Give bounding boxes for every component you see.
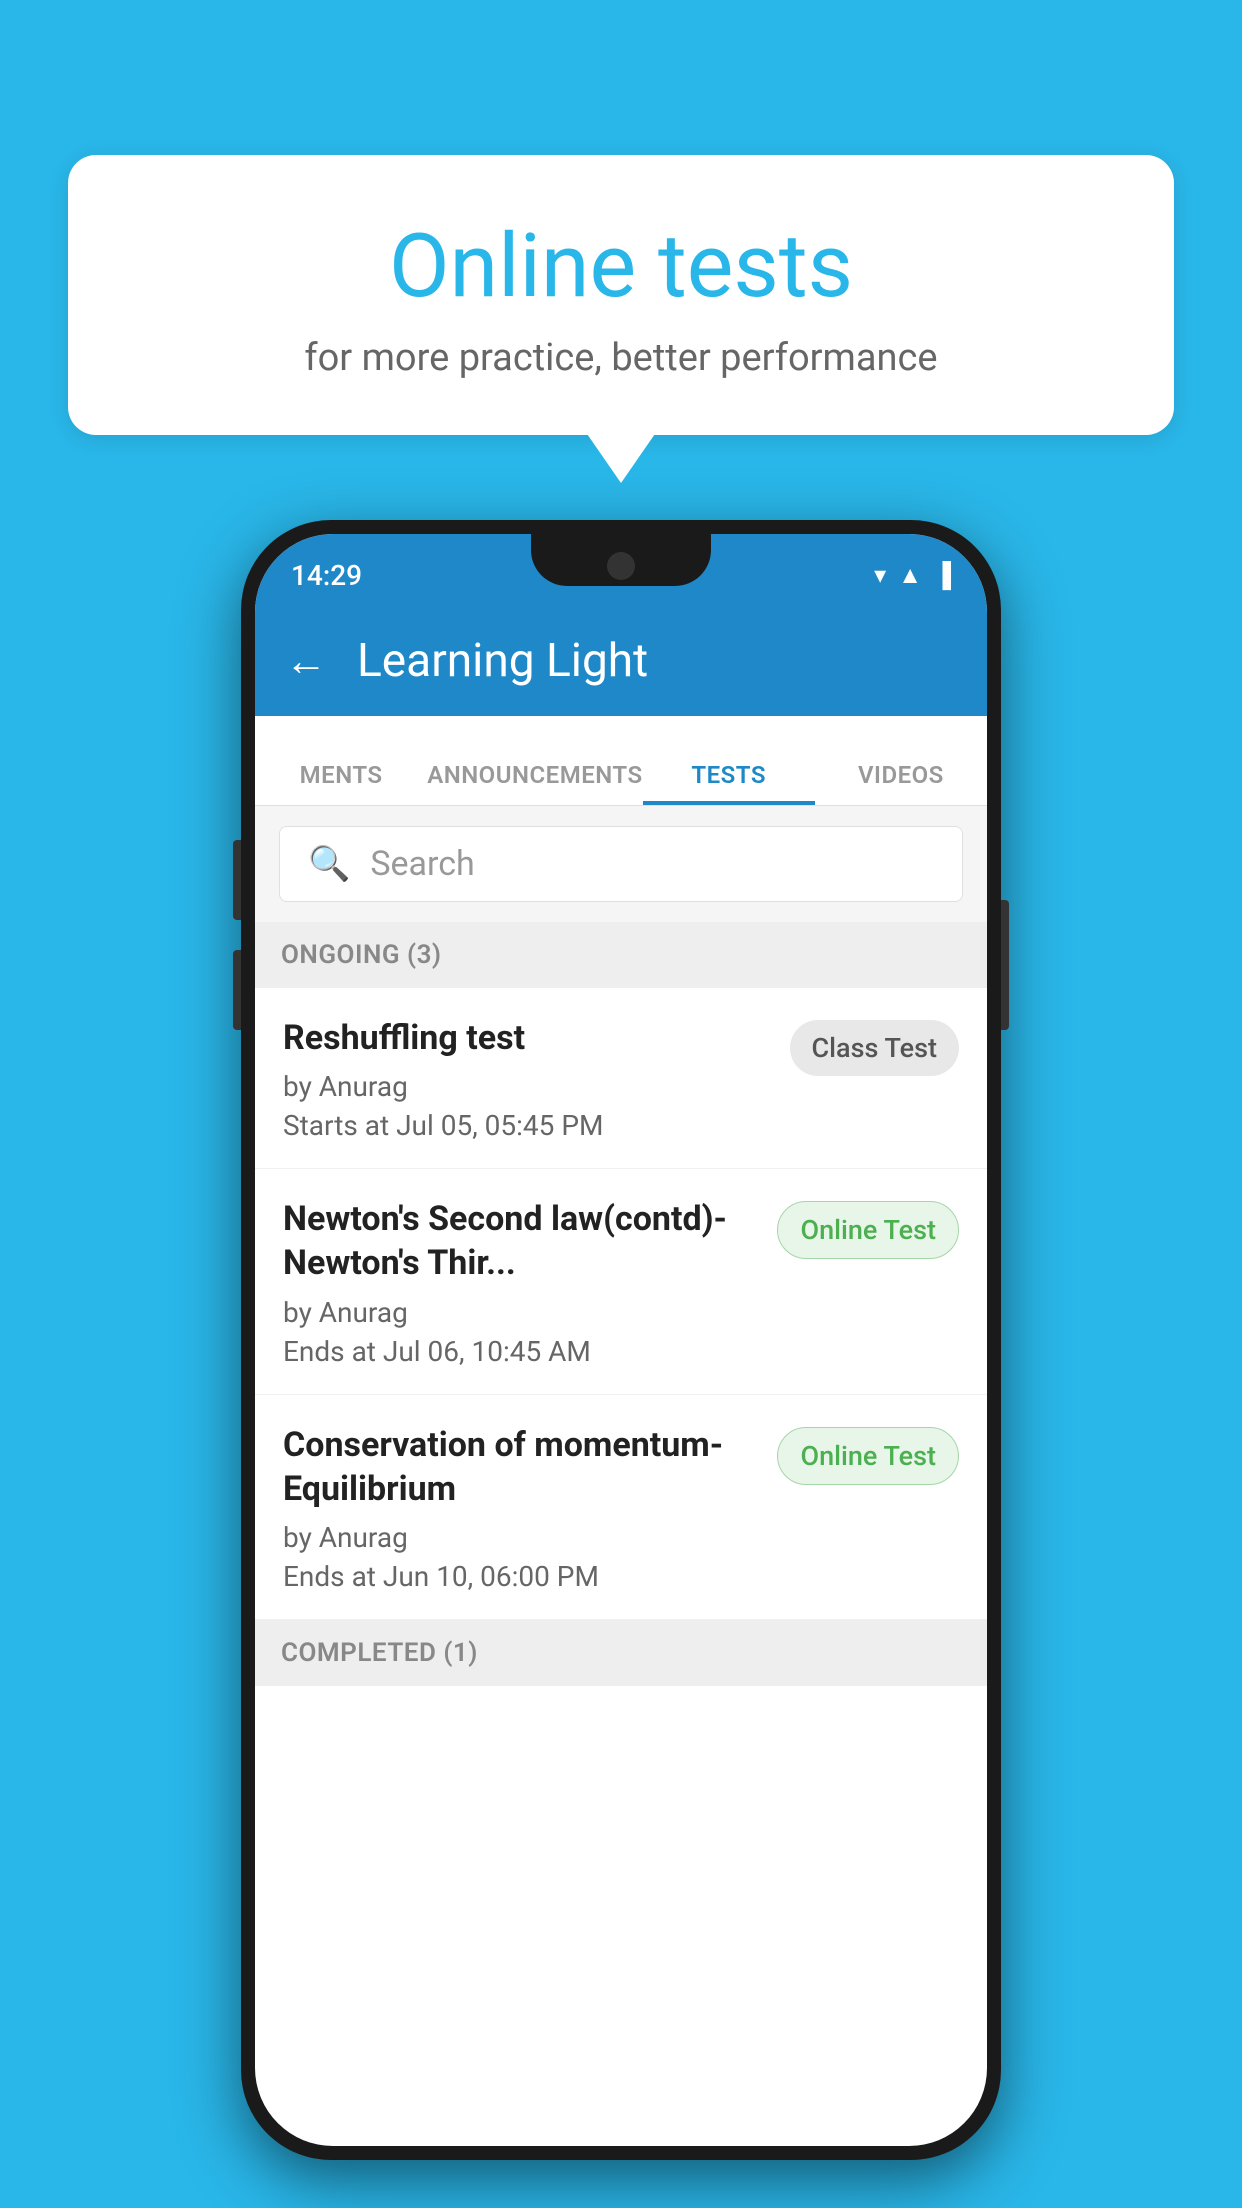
test-item[interactable]: Reshuffling test by Anurag Starts at Jul…: [255, 988, 987, 1169]
status-time: 14:29: [291, 559, 362, 592]
back-button[interactable]: ←: [285, 637, 327, 686]
test-date: Starts at Jul 05, 05:45 PM: [283, 1109, 770, 1142]
tab-announcements[interactable]: ANNOUNCEMENTS: [427, 761, 642, 805]
test-item[interactable]: Newton's Second law(contd)-Newton's Thir…: [255, 1169, 987, 1394]
speech-bubble-subtitle: for more practice, better performance: [118, 336, 1124, 380]
battery-icon: ▐: [934, 561, 951, 590]
search-icon: 🔍: [308, 844, 350, 884]
test-date: Ends at Jul 06, 10:45 AM: [283, 1335, 757, 1368]
test-info: Reshuffling test by Anurag Starts at Jul…: [283, 1016, 770, 1142]
test-name: Reshuffling test: [283, 1016, 770, 1060]
test-info: Conservation of momentum-Equilibrium by …: [283, 1423, 757, 1593]
test-author: by Anurag: [283, 1070, 770, 1103]
test-name: Newton's Second law(contd)-Newton's Thir…: [283, 1197, 757, 1285]
test-author: by Anurag: [283, 1296, 757, 1329]
wifi-icon: ▾: [874, 561, 886, 589]
test-badge-online-2: Online Test: [777, 1427, 959, 1485]
speech-bubble: Online tests for more practice, better p…: [68, 155, 1174, 435]
signal-icon: ▲: [898, 561, 922, 590]
search-container: 🔍 Search: [255, 806, 987, 922]
test-badge-online: Online Test: [777, 1201, 959, 1259]
phone-notch: [531, 534, 711, 586]
power-button: [1001, 900, 1009, 1030]
speech-bubble-title: Online tests: [118, 215, 1124, 318]
volume-up-button: [233, 840, 241, 920]
status-icons: ▾ ▲ ▐: [874, 561, 951, 590]
tabs-bar: MENTS ANNOUNCEMENTS TESTS VIDEOS: [255, 716, 987, 806]
phone-screen: 14:29 ▾ ▲ ▐ ← Learning Light MENTS ANNOU…: [255, 534, 987, 2146]
phone-outer: 14:29 ▾ ▲ ▐ ← Learning Light MENTS ANNOU…: [241, 520, 1001, 2160]
tab-ments[interactable]: MENTS: [255, 761, 427, 805]
volume-down-button: [233, 950, 241, 1030]
test-info: Newton's Second law(contd)-Newton's Thir…: [283, 1197, 757, 1367]
test-badge-class: Class Test: [790, 1020, 960, 1076]
app-content: 🔍 Search ONGOING (3) Reshuffling test by…: [255, 806, 987, 2146]
ongoing-section-label: ONGOING (3): [281, 940, 442, 970]
test-name: Conservation of momentum-Equilibrium: [283, 1423, 757, 1511]
search-box[interactable]: 🔍 Search: [279, 826, 963, 902]
front-camera: [607, 552, 635, 580]
test-author: by Anurag: [283, 1521, 757, 1554]
completed-section-header: COMPLETED (1): [255, 1620, 987, 1686]
phone-mockup: 14:29 ▾ ▲ ▐ ← Learning Light MENTS ANNOU…: [241, 520, 1001, 2160]
test-item[interactable]: Conservation of momentum-Equilibrium by …: [255, 1395, 987, 1620]
search-input[interactable]: Search: [370, 844, 474, 884]
tab-videos[interactable]: VIDEOS: [815, 761, 987, 805]
tab-tests[interactable]: TESTS: [643, 761, 815, 805]
app-bar: ← Learning Light: [255, 606, 987, 716]
app-title: Learning Light: [357, 634, 648, 688]
test-date: Ends at Jun 10, 06:00 PM: [283, 1560, 757, 1593]
completed-section-label: COMPLETED (1): [281, 1638, 478, 1668]
ongoing-section-header: ONGOING (3): [255, 922, 987, 988]
